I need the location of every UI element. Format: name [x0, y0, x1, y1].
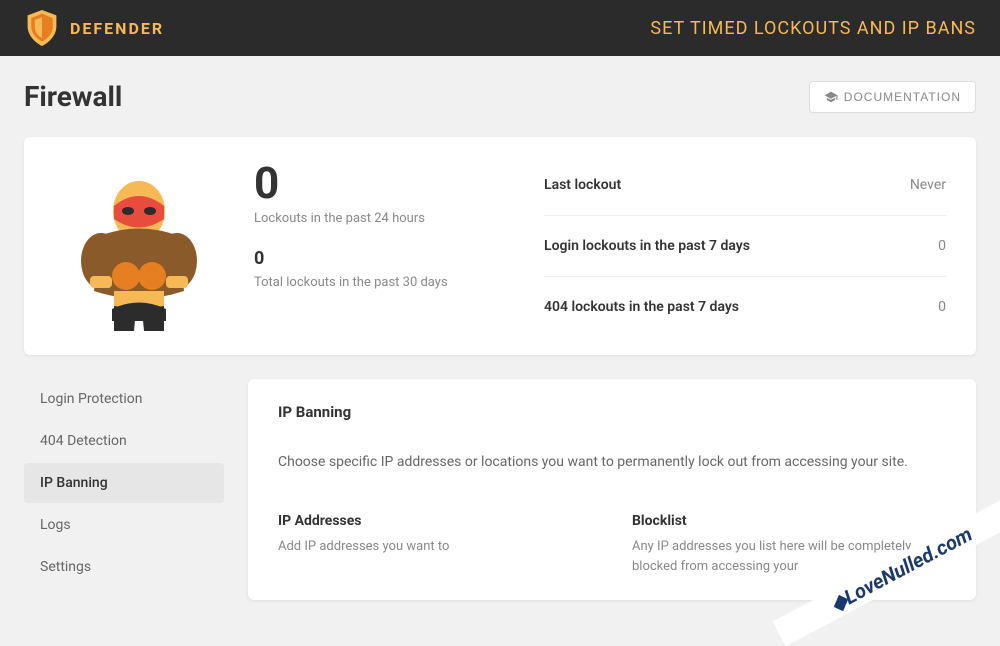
lockouts-24h-value: 0	[254, 161, 514, 205]
defender-shield-icon	[24, 8, 60, 48]
sidebar-item-logs[interactable]: Logs	[24, 505, 224, 545]
graduation-cap-icon	[824, 90, 838, 104]
sub-title: Blocklist	[632, 513, 946, 529]
stats-card: 0 Lockouts in the past 24 hours 0 Total …	[24, 137, 976, 355]
documentation-button[interactable]: DOCUMENTATION	[809, 81, 976, 113]
stat-row: Last lockout Never	[544, 167, 946, 203]
sub-desc: Any IP addresses you list here will be c…	[632, 537, 946, 576]
stats-right: Last lockout Never Login lockouts in the…	[544, 161, 946, 331]
documentation-label: DOCUMENTATION	[844, 90, 961, 104]
section-title: IP Banning	[278, 403, 946, 421]
divider	[544, 276, 946, 277]
stat-row: 404 lockouts in the past 7 days 0	[544, 289, 946, 325]
stat-value: 0	[938, 238, 946, 254]
stat-key: Last lockout	[544, 177, 621, 193]
page-header: Firewall DOCUMENTATION	[24, 80, 976, 113]
lockouts-30d-label: Total lockouts in the past 30 days	[254, 275, 514, 290]
stat-value: 0	[938, 299, 946, 315]
lockouts-24h-label: Lockouts in the past 24 hours	[254, 211, 514, 226]
sidebar: Login Protection 404 Detection IP Bannin…	[24, 379, 224, 600]
sidebar-item-settings[interactable]: Settings	[24, 547, 224, 587]
divider	[544, 215, 946, 216]
top-bar: DEFENDER SET TIMED LOCKOUTS AND IP BANS	[0, 0, 1000, 56]
stat-row: Login lockouts in the past 7 days 0	[544, 228, 946, 264]
sub-columns: IP Addresses Add IP addresses you want t…	[278, 513, 946, 576]
brand-name: DEFENDER	[70, 19, 164, 38]
tagline: SET TIMED LOCKOUTS AND IP BANS	[650, 18, 976, 39]
stat-key: 404 lockouts in the past 7 days	[544, 299, 739, 315]
lockouts-30d-value: 0	[254, 248, 514, 269]
stat-key: Login lockouts in the past 7 days	[544, 238, 750, 254]
section-description: Choose specific IP addresses or location…	[278, 451, 946, 473]
defender-mascot-icon	[54, 161, 224, 331]
main-card: IP Banning Choose specific IP addresses …	[248, 379, 976, 600]
sidebar-item-login-protection[interactable]: Login Protection	[24, 379, 224, 419]
sub-desc: Add IP addresses you want to	[278, 537, 592, 557]
page-title: Firewall	[24, 80, 122, 113]
sub-col-ip-addresses: IP Addresses Add IP addresses you want t…	[278, 513, 592, 576]
sidebar-item-ip-banning[interactable]: IP Banning	[24, 463, 224, 503]
stats-left: 0 Lockouts in the past 24 hours 0 Total …	[254, 161, 514, 331]
logo-wrap: DEFENDER	[24, 8, 164, 48]
sub-col-blocklist: Blocklist Any IP addresses you list here…	[632, 513, 946, 576]
content-columns: Login Protection 404 Detection IP Bannin…	[24, 379, 976, 600]
sidebar-item-404-detection[interactable]: 404 Detection	[24, 421, 224, 461]
sub-title: IP Addresses	[278, 513, 592, 529]
stat-value: Never	[910, 177, 946, 193]
page-body: Firewall DOCUMENTATION	[0, 56, 1000, 624]
